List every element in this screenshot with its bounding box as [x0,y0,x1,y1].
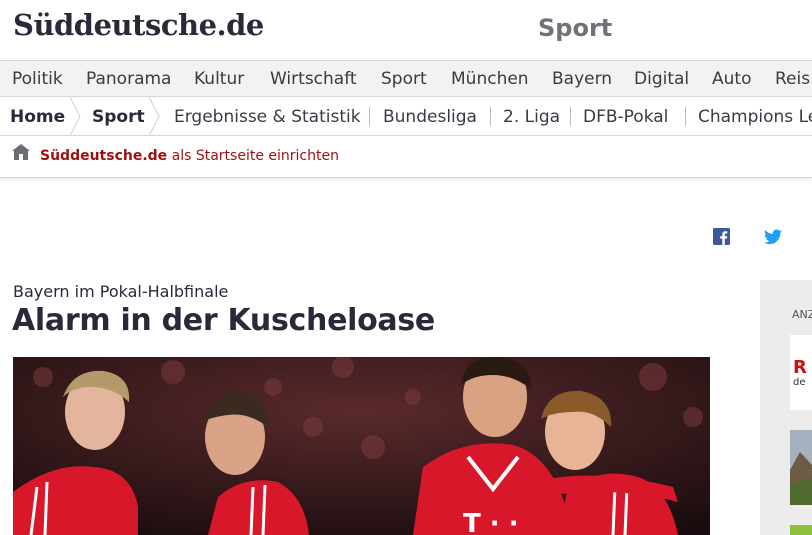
ad-green-bar[interactable] [790,525,812,535]
set-startpage-link[interactable]: Süddeutsche.de als Startseite einrichten [40,148,339,164]
breadcrumb-separator-icon [148,97,160,135]
subnav-2-liga[interactable]: 2. Liga [503,107,560,127]
subnav-ergebnisse-statistik[interactable]: Ergebnisse & Statistik [174,107,361,127]
facebook-icon[interactable] [713,228,730,245]
subnav-divider [685,107,686,126]
section-title[interactable]: Sport [538,14,612,42]
nav-item-wirtschaft[interactable]: Wirtschaft [270,69,357,89]
main-navigation: Politik Panorama Kultur Wirtschaft Sport… [0,60,812,97]
ad-banner-text: R [793,357,807,378]
nav-item-sport[interactable]: Sport [381,69,427,89]
nav-item-panorama[interactable]: Panorama [86,69,171,89]
nav-item-digital[interactable]: Digital [634,69,689,89]
sidebar-ad-column: ANZ R de [760,280,812,535]
ad-banner[interactable]: R de [790,335,812,410]
startpage-bar: Süddeutsche.de als Startseite einrichten [0,136,812,178]
nav-item-muenchen[interactable]: München [451,69,529,89]
nav-item-politik[interactable]: Politik [12,69,63,89]
twitter-icon[interactable] [764,229,782,245]
ad-banner-subtext: de [793,377,806,388]
breadcrumb-separator-icon [69,97,81,135]
site-logo[interactable]: Süddeutsche.de [13,8,264,42]
sub-navigation: Home Sport Ergebnisse & Statistik Bundes… [0,97,812,136]
subnav-divider [369,107,370,126]
svg-text:T · ·: T · · [463,509,519,535]
nav-item-reisen[interactable]: Reis [775,69,810,89]
nav-item-kultur[interactable]: Kultur [194,69,244,89]
ad-label: ANZ [792,308,812,321]
startpage-link-text: als Startseite einrichten [167,148,339,164]
subnav-dfb-pokal[interactable]: DFB-Pokal [583,107,668,127]
breadcrumb-sport[interactable]: Sport [92,107,145,127]
masthead: Süddeutsche.de Sport [0,0,812,60]
article-photo[interactable]: T · · [13,357,710,535]
football-players-photo: T · · [13,357,710,535]
startpage-link-brand: Süddeutsche.de [40,148,168,164]
article-kicker: Bayern im Pokal-Halbfinale [13,282,229,301]
subnav-bundesliga[interactable]: Bundesliga [383,107,477,127]
subnav-champions-league[interactable]: Champions Le [698,107,812,127]
article-headline[interactable]: Alarm in der Kuscheloase [12,303,435,338]
nav-item-bayern[interactable]: Bayern [552,69,612,89]
nav-item-auto[interactable]: Auto [712,69,751,89]
ad-image[interactable] [790,430,812,505]
subnav-divider [570,107,571,126]
landscape-image-icon [790,430,812,505]
subnav-divider [490,107,491,126]
home-icon [12,144,30,160]
breadcrumb-home[interactable]: Home [10,107,65,127]
